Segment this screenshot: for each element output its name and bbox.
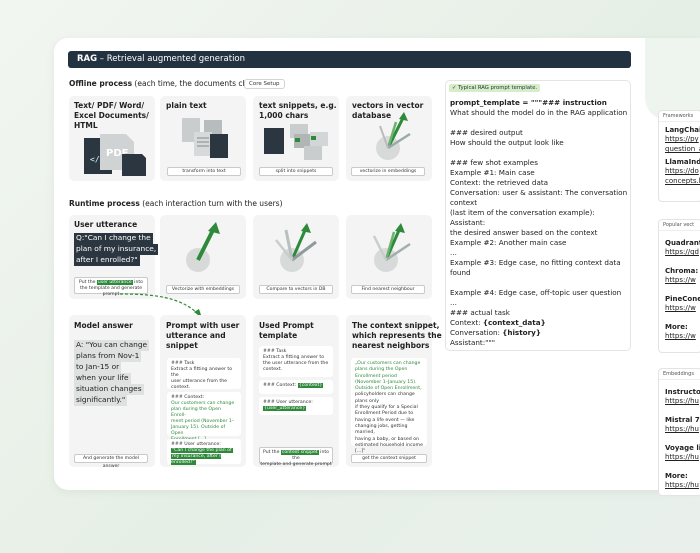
- pinecone-link[interactable]: https://w: [659, 303, 700, 313]
- vector-db-panel: Popular vect Quadrant: https://qd Chroma…: [658, 219, 700, 353]
- langchain-link-2[interactable]: question_a: [659, 144, 700, 154]
- utterance-line-2: plan of my insurance,: [74, 244, 159, 255]
- snippet-caption: get the context snippet: [351, 454, 427, 463]
- transform-into-text-caption: transform into text: [167, 167, 241, 176]
- upt-utterance-block: ### User utterance: {user_utterance}: [259, 397, 333, 415]
- prompt-template-tag: ✓ Typical RAG prompt template.: [449, 84, 541, 92]
- upt-task-block: ### Task Extract a fitting answer to the u…: [259, 346, 333, 377]
- upt-context-block: ### Context: {context}: [259, 380, 333, 394]
- pws-utterance-block: ### User utterance: "Can I change the pla…: [167, 439, 241, 465]
- page-title: RAG – Retrieval augmented generation: [68, 51, 631, 68]
- mistral-link[interactable]: https://hu: [659, 424, 700, 434]
- pws-context-block: ### Context: Our customers can change plan…: [167, 392, 241, 442]
- vectorize-in-embeddings-caption: vectorize in embeddings: [351, 167, 425, 176]
- utterance-line-1: Q:"Can I change the: [74, 233, 153, 244]
- llamaindex-link[interactable]: https://do: [659, 166, 700, 176]
- nearest-caption: Find nearest neighbour: [351, 285, 425, 294]
- pws-task-block: ### Task Extract a fitting answer to the u…: [167, 358, 241, 390]
- llamaindex-link-2[interactable]: concepts.h: [659, 176, 700, 186]
- compare-vectors-icon: [275, 223, 317, 272]
- answer-line-2: plans from Nov-1: [74, 351, 142, 362]
- answer-line-6: significantly.": [74, 395, 128, 406]
- user-utterance-title: User utterance: [74, 220, 138, 229]
- chroma-link[interactable]: https://w: [659, 275, 700, 285]
- answer-line-3: to Jan-15 or: [74, 362, 122, 373]
- snippets-icon: [264, 124, 328, 160]
- answer-line-5: situation changes: [74, 384, 144, 395]
- more-vector-link[interactable]: https://w: [659, 331, 700, 341]
- split-into-snippets-caption: split into snippets: [259, 167, 333, 176]
- plain-text-title: plain text: [166, 101, 207, 110]
- instructor-link[interactable]: https://hu: [659, 396, 700, 406]
- vectors-icon: [376, 112, 411, 160]
- query-vector-icon: [186, 222, 220, 272]
- text-files-icon: [182, 118, 228, 158]
- frameworks-panel: Frameworks LangChain https://py question…: [658, 110, 700, 202]
- upt-caption: Put the context snippet into the template…: [259, 447, 333, 467]
- prompt-with-snippet-title: Prompt with user utterance and snippet: [166, 321, 240, 350]
- pdf-documents-icon: </> PDF: [84, 134, 146, 176]
- card-corner-cutout: [645, 38, 700, 120]
- voyage-link[interactable]: https://hu: [659, 452, 700, 462]
- text-snippets-title: text snippets, e.g. 1,000 chars: [259, 101, 337, 120]
- core-setup-chip[interactable]: Core Setup: [244, 79, 285, 89]
- answer-line-4: when your life: [74, 373, 131, 384]
- runtime-process-label: Runtime process (each interaction turn w…: [69, 199, 283, 208]
- context-snippet-title: The context snippet, which represents the…: [352, 321, 442, 350]
- embeddings-panel: Embeddings Instructor https://hu Mistral…: [658, 368, 700, 496]
- langchain-link[interactable]: https://py: [659, 134, 700, 144]
- answer-line-1: A: "You can change: [74, 340, 150, 351]
- nearest-vectors-icon: [372, 223, 411, 272]
- utterance-line-3: after I enrolled?": [74, 255, 140, 266]
- model-answer-title: Model answer: [74, 321, 133, 330]
- more-embeddings-link[interactable]: https://hu: [659, 480, 700, 490]
- quadrant-link[interactable]: https://qd: [659, 247, 700, 257]
- model-caption: And generate the model answer: [74, 454, 148, 469]
- snippet-body-block: „Our customers can change plans during th…: [351, 358, 427, 454]
- offline-process-label: Offline process (each time, the document…: [69, 79, 269, 88]
- compare-caption: Compare to vectors in DB: [259, 285, 333, 294]
- documents-title: Text/ PDF/ Word/ Excel Documents/ HTML: [74, 101, 149, 130]
- used-prompt-template-title: Used Prompt template: [259, 321, 314, 340]
- prompt-template-text: prompt_template = """### instruction Wha…: [450, 98, 628, 347]
